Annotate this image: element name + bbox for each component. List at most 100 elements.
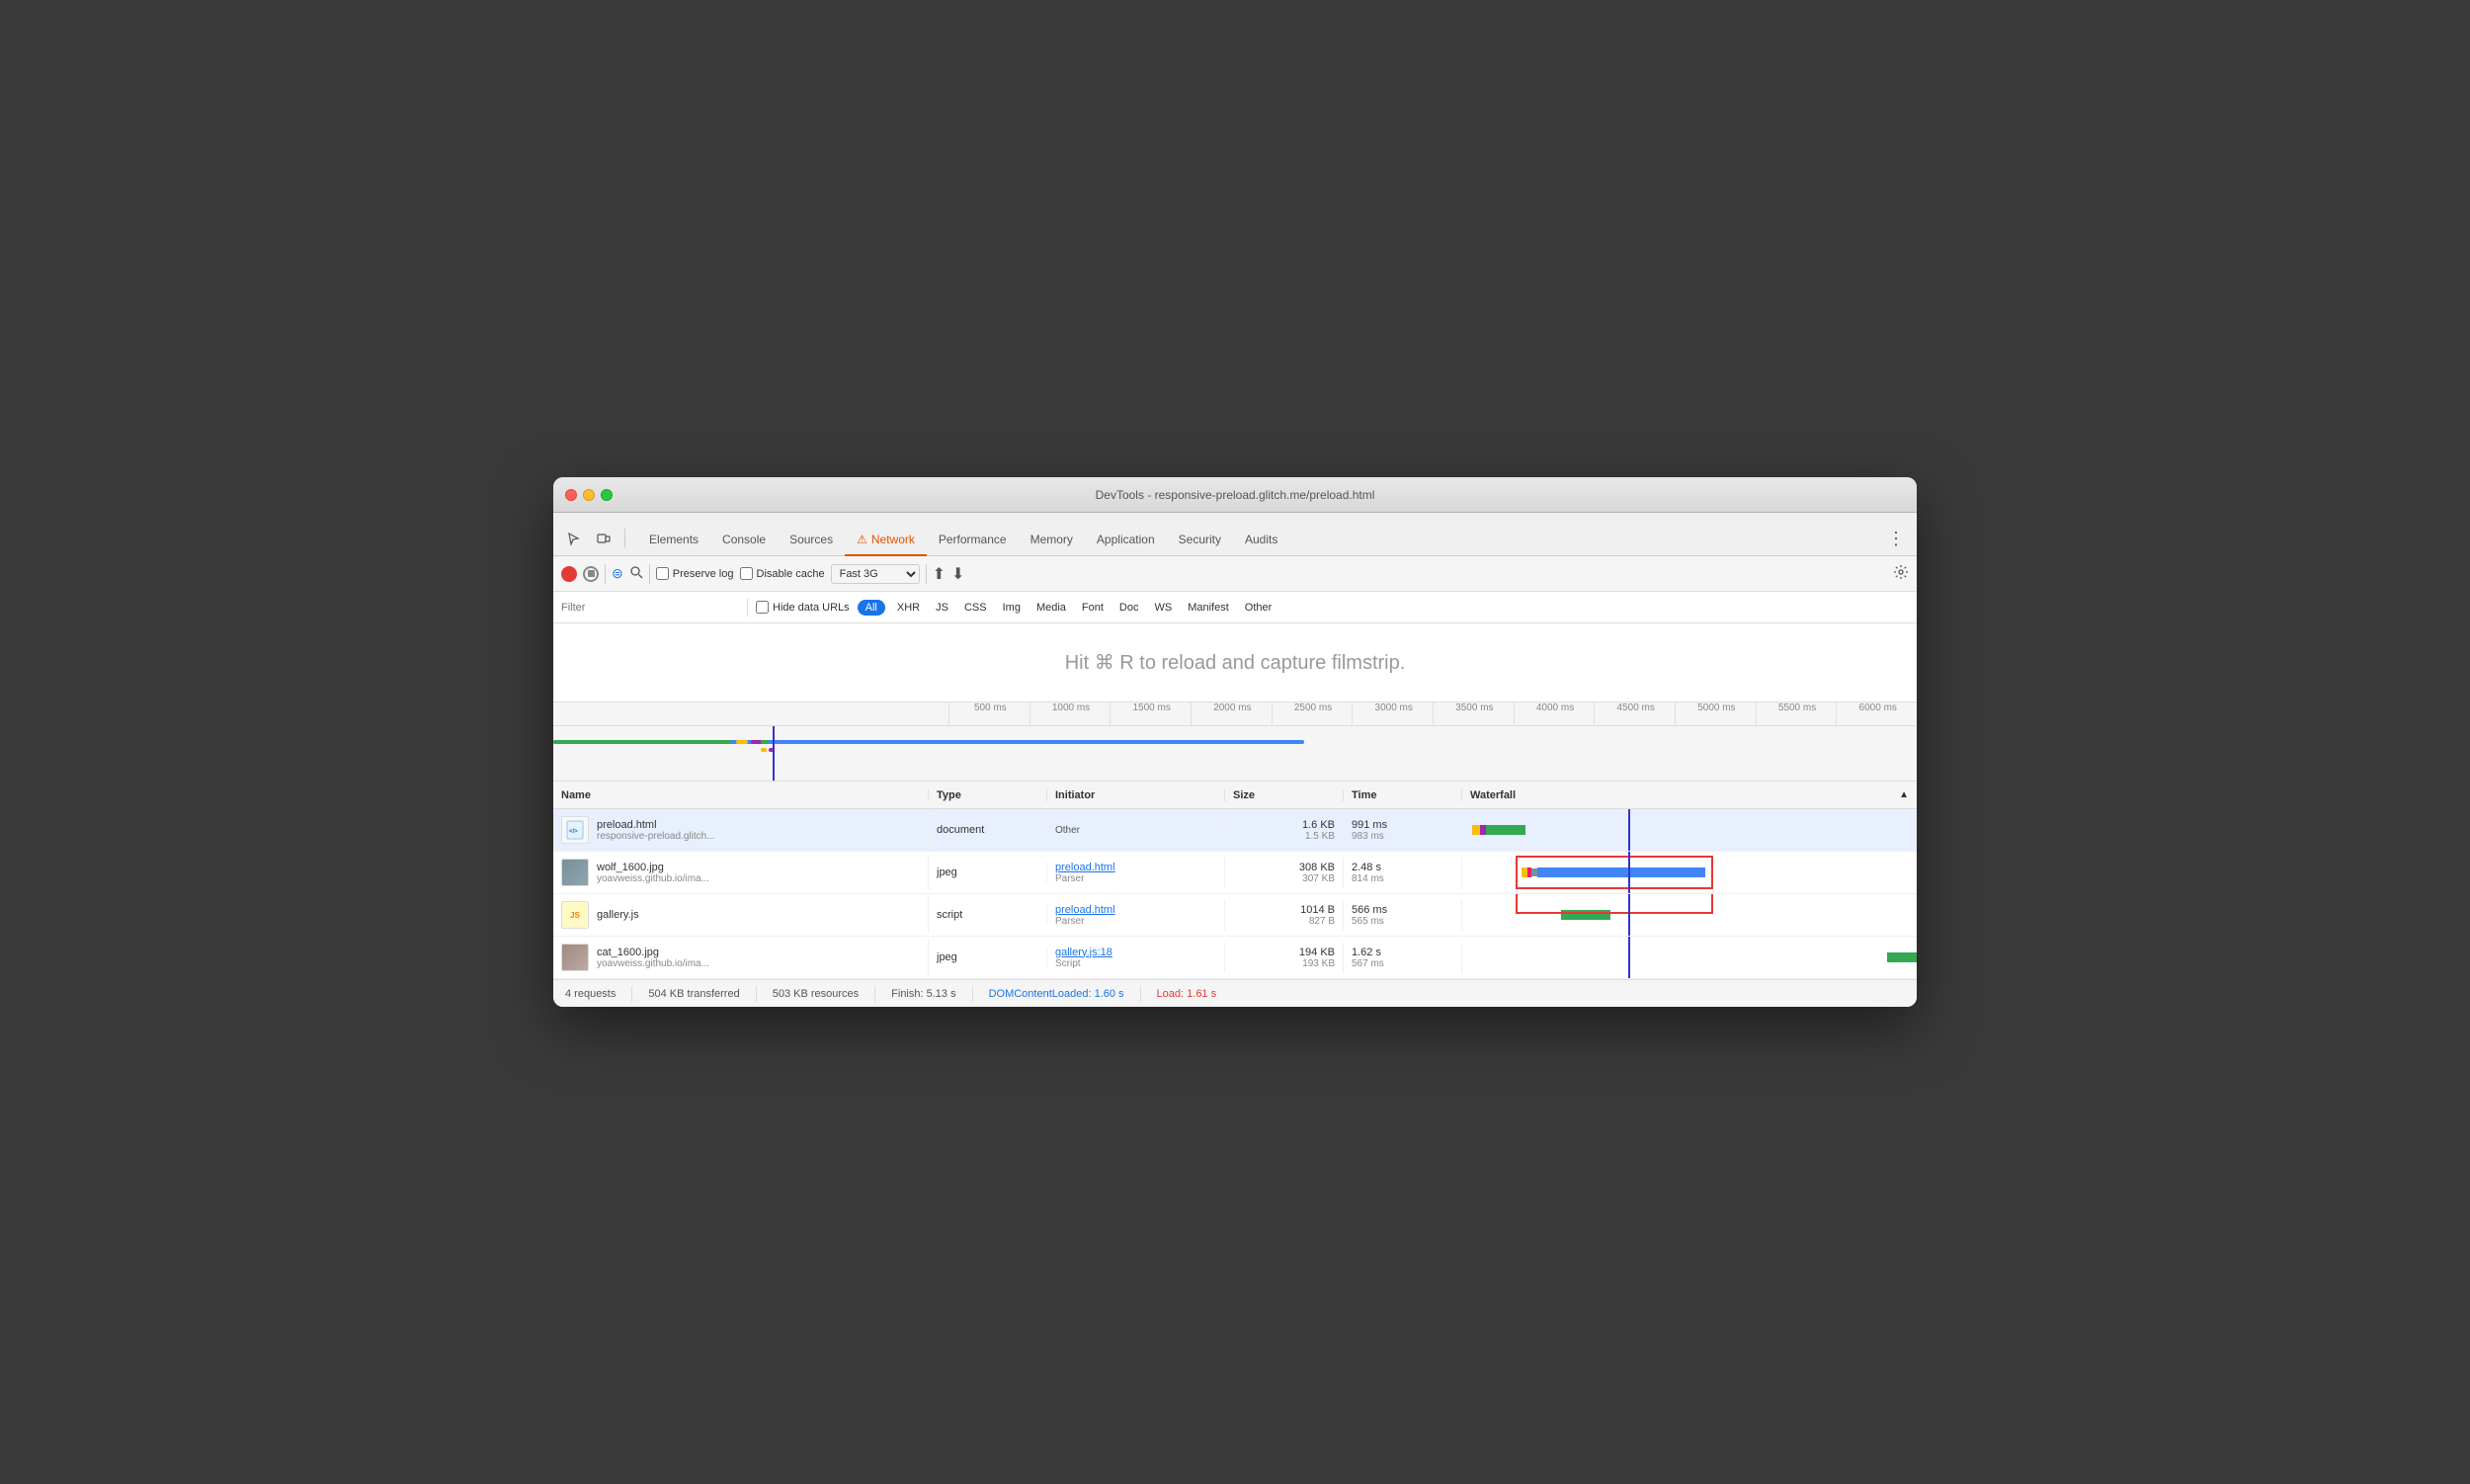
fullscreen-button[interactable] (601, 489, 613, 501)
settings-icon[interactable] (1893, 564, 1909, 583)
filter-xhr-button[interactable]: XHR (893, 600, 924, 616)
minimize-button[interactable] (583, 489, 595, 501)
name-cell-3: JS gallery.js (553, 897, 929, 933)
initiator-cell-3: preload.html Parser (1047, 900, 1225, 931)
table-row[interactable]: JS gallery.js script preload.html Parser… (553, 894, 1917, 937)
disable-cache-input[interactable] (740, 567, 753, 580)
toolbar-divider-1 (605, 564, 606, 584)
filter-doc-button[interactable]: Doc (1115, 600, 1143, 616)
close-button[interactable] (565, 489, 577, 501)
status-finish: Finish: 5.13 s (891, 988, 955, 1000)
filter-media-button[interactable]: Media (1032, 600, 1070, 616)
filter-separator (747, 599, 748, 617)
table-row[interactable]: </> preload.html responsive-preload.glit… (553, 809, 1917, 852)
table-row[interactable]: cat_1600.jpg yoavweiss.github.io/ima... … (553, 937, 1917, 979)
tab-console[interactable]: Console (710, 525, 778, 556)
disable-cache-checkbox[interactable]: Disable cache (740, 567, 825, 580)
type-cell-1: document (929, 820, 1047, 840)
tabs: Elements Console Sources ⚠Network Perfor… (637, 525, 1883, 555)
waterfall-cell-3 (1462, 894, 1917, 936)
timeline-header: 500 ms 1000 ms 1500 ms 2000 ms 2500 ms 3… (553, 702, 1917, 782)
tab-security[interactable]: Security (1167, 525, 1233, 556)
file-icon-js: JS (561, 901, 589, 929)
type-cell-3: script (929, 905, 1047, 925)
record-button[interactable] (561, 566, 577, 582)
cursor-icon[interactable] (561, 526, 587, 551)
preserve-log-checkbox[interactable]: Preserve log (656, 567, 734, 580)
device-toggle-icon[interactable] (591, 526, 617, 551)
file-icon-img4 (561, 944, 589, 971)
tab-bar: Elements Console Sources ⚠Network Perfor… (553, 513, 1917, 556)
vline-row2 (1628, 852, 1630, 893)
th-initiator: Initiator (1047, 789, 1225, 801)
vline-row1 (1628, 809, 1630, 851)
table-header: Name Type Initiator Size Time Waterfall … (553, 782, 1917, 809)
time-cell-3: 566 ms 565 ms (1344, 900, 1462, 931)
warning-icon: ⚠ (857, 533, 867, 546)
th-size: Size (1225, 789, 1344, 801)
filter-img-button[interactable]: Img (999, 600, 1025, 616)
th-time: Time (1344, 789, 1462, 801)
tab-memory[interactable]: Memory (1019, 525, 1085, 556)
file-icon-html: </> (561, 816, 589, 844)
tab-performance[interactable]: Performance (927, 525, 1019, 556)
track-green2 (761, 740, 769, 744)
filter-other-button[interactable]: Other (1241, 600, 1276, 616)
sort-asc-icon[interactable]: ▲ (1899, 789, 1909, 800)
preserve-log-input[interactable] (656, 567, 669, 580)
tab-divider (624, 529, 625, 548)
hide-data-urls-input[interactable] (756, 601, 769, 614)
hide-data-urls-checkbox[interactable]: Hide data URLs (756, 601, 850, 614)
waterfall-cell-1 (1462, 809, 1917, 851)
filter-bar: Hide data URLs All XHR JS CSS Img Media … (553, 592, 1917, 623)
initiator-cell-4: gallery.js:18 Script (1047, 943, 1225, 973)
vline-row4 (1628, 937, 1630, 978)
filter-ws-button[interactable]: WS (1150, 600, 1176, 616)
tab-sources[interactable]: Sources (778, 525, 845, 556)
status-sep-5 (1140, 986, 1141, 1002)
tab-elements[interactable]: Elements (637, 525, 710, 556)
filter-input[interactable] (561, 602, 739, 614)
download-icon[interactable]: ⬇ (951, 564, 964, 584)
timeline-vline (773, 726, 775, 782)
highlight-box-bottom (1516, 894, 1713, 914)
tab-audits[interactable]: Audits (1233, 525, 1289, 556)
filmstrip-area: Hit ⌘ R to reload and capture filmstrip. (553, 623, 1917, 702)
upload-icon[interactable]: ⬆ (933, 564, 946, 584)
tab-network[interactable]: ⚠Network (845, 525, 927, 556)
status-sep-3 (874, 986, 875, 1002)
file-icon-img2 (561, 859, 589, 886)
title-bar: DevTools - responsive-preload.glitch.me/… (553, 477, 1917, 513)
initiator-cell-1: Other (1047, 821, 1225, 840)
filter-all-button[interactable]: All (858, 600, 885, 616)
waterfall-cell-2 (1462, 852, 1917, 893)
filter-js-button[interactable]: JS (932, 600, 952, 616)
status-load: Load: 1.61 s (1157, 988, 1217, 1000)
waterfall-cell-4 (1462, 937, 1917, 978)
search-icon[interactable] (629, 565, 643, 582)
table-row[interactable]: wolf_1600.jpg yoavweiss.github.io/ima...… (553, 852, 1917, 894)
clear-button[interactable] (583, 566, 599, 582)
traffic-lights[interactable] (565, 489, 613, 501)
vline-row3 (1628, 894, 1630, 936)
filter-font-button[interactable]: Font (1078, 600, 1108, 616)
th-name: Name (553, 789, 929, 801)
more-options-icon[interactable]: ⋮ (1883, 526, 1909, 551)
filter-css-button[interactable]: CSS (960, 600, 991, 616)
throttle-select[interactable]: Fast 3G Slow 3G No throttling (831, 564, 920, 584)
time-cell-4: 1.62 s 567 ms (1344, 943, 1462, 973)
initiator-cell-2: preload.html Parser (1047, 858, 1225, 888)
filter-icon[interactable]: ⊜ (612, 565, 623, 582)
ruler-mark-3500: 3500 ms (1433, 702, 1514, 725)
tab-bar-right: ⋮ (1883, 526, 1909, 551)
window-title: DevTools - responsive-preload.glitch.me/… (1096, 488, 1375, 502)
ruler-mark-6000: 6000 ms (1836, 702, 1917, 725)
filter-manifest-button[interactable]: Manifest (1184, 600, 1233, 616)
status-dom-content-loaded: DOMContentLoaded: 1.60 s (989, 988, 1124, 1000)
ruler-mark-3000: 3000 ms (1352, 702, 1433, 725)
status-requests: 4 requests (565, 988, 616, 1000)
size-cell-3: 1014 B 827 B (1225, 900, 1344, 931)
ruler-mark-2000: 2000 ms (1191, 702, 1272, 725)
tab-application[interactable]: Application (1085, 525, 1167, 556)
network-table: Name Type Initiator Size Time Waterfall … (553, 782, 1917, 979)
